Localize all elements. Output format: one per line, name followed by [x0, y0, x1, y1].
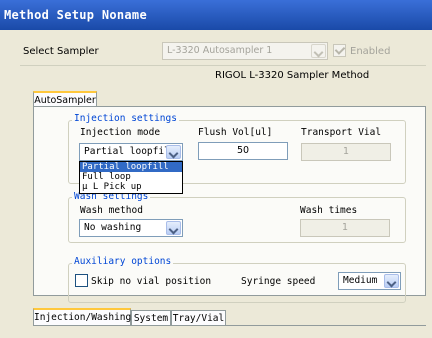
tab-system[interactable]: System — [131, 310, 171, 325]
chevron-down-icon — [166, 145, 181, 159]
method-title: RIGOL L-3320 Sampler Method — [215, 70, 370, 81]
wash-times-label: Wash times — [300, 205, 358, 216]
injection-mode-value: Partial loopfill — [84, 146, 176, 157]
enabled-label: Enabled — [350, 46, 391, 57]
dropdown-option-partial-loopfill[interactable]: Partial loopfill — [80, 162, 182, 172]
syringe-speed-value: Medium — [343, 275, 378, 286]
injection-mode-dropdown: Partial loopfill Full loop μ L Pick up — [79, 161, 183, 194]
window-title: Method Setup Noname — [0, 0, 432, 30]
injection-settings-legend: Injection settings — [72, 113, 179, 124]
wash-method-value: No washing — [84, 222, 142, 233]
dropdown-option-full-loop[interactable]: Full loop — [80, 172, 182, 182]
skip-no-vial-label: Skip no vial position — [91, 276, 212, 287]
flush-vol-label: Flush Vol[ul] — [198, 127, 273, 138]
flush-vol-input[interactable]: 50 — [198, 142, 288, 160]
auxiliary-options-legend: Auxiliary options — [72, 256, 174, 267]
wash-method-select[interactable]: No washing — [79, 219, 183, 237]
separator — [20, 65, 426, 66]
sampler-select-value: L-3320 Autosampler 1 — [167, 45, 273, 56]
tab-tray-vial[interactable]: Tray/Vial — [171, 310, 226, 325]
transport-vial-input[interactable]: 1 — [301, 143, 391, 161]
enabled-checkbox[interactable] — [333, 44, 346, 57]
select-sampler-label: Select Sampler — [23, 46, 99, 57]
dropdown-option-ul-pick-up[interactable]: μ L Pick up — [80, 182, 182, 192]
wash-method-label: Wash method — [80, 205, 143, 216]
sampler-select[interactable]: L-3320 Autosampler 1 — [162, 42, 328, 60]
chevron-down-icon — [311, 44, 326, 58]
wash-times-input[interactable]: 1 — [300, 219, 390, 237]
chevron-down-icon — [166, 221, 181, 235]
chevron-down-icon — [384, 274, 399, 288]
tab-autosampler[interactable]: AutoSampler — [33, 91, 97, 107]
injection-mode-label: Injection mode — [80, 127, 161, 138]
syringe-speed-label: Syringe speed — [241, 276, 316, 287]
transport-vial-label: Transport Vial — [301, 127, 382, 138]
injection-mode-select[interactable]: Partial loopfill — [79, 143, 183, 161]
syringe-speed-select[interactable]: Medium — [338, 272, 401, 290]
tab-injection-washing[interactable]: Injection/Washing — [33, 308, 131, 325]
skip-no-vial-checkbox[interactable] — [75, 274, 88, 287]
